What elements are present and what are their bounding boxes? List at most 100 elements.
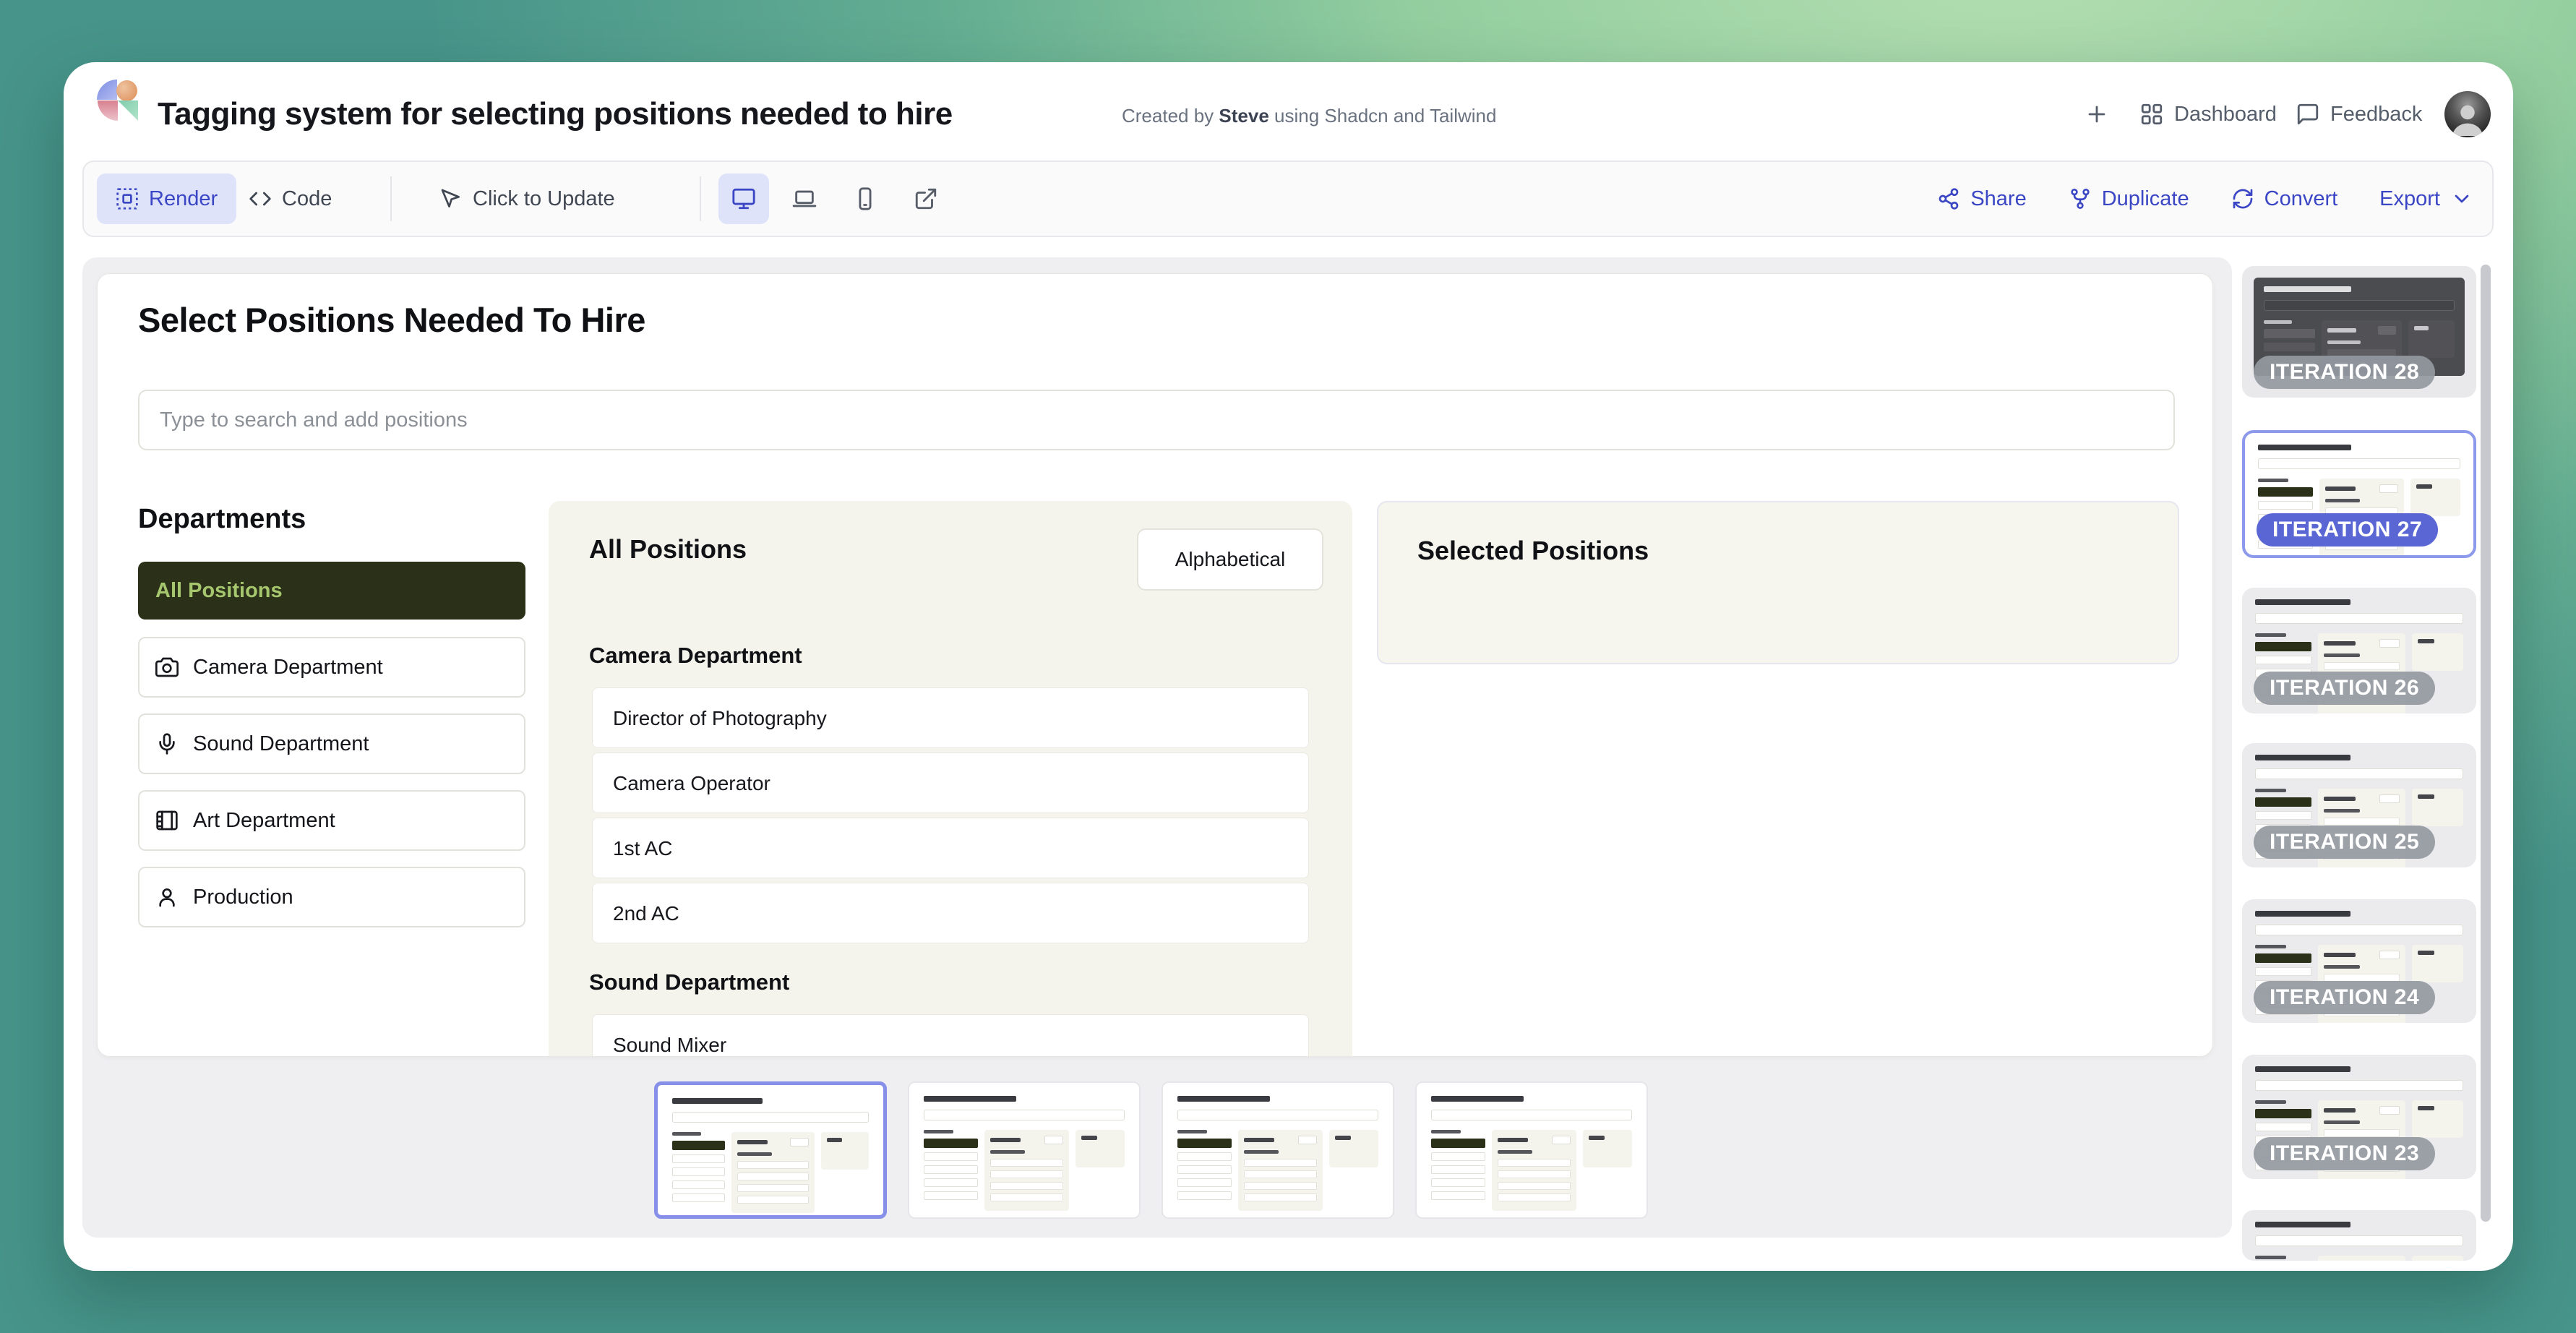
- fork-icon: [2069, 187, 2092, 210]
- person-silhouette-icon: [2449, 98, 2486, 136]
- position-row[interactable]: Camera Operator: [592, 753, 1309, 813]
- iteration-thumbnail: [2255, 1222, 2463, 1261]
- app-preview: Select Positions Needed To Hire Departme…: [97, 273, 2213, 1057]
- dashboard-button[interactable]: Dashboard: [2139, 62, 2277, 166]
- phone-icon: [853, 187, 877, 211]
- render-tab[interactable]: Render: [97, 173, 236, 224]
- film-icon: [155, 809, 179, 832]
- laptop-icon: [792, 187, 817, 211]
- position-search-input[interactable]: [138, 390, 2175, 450]
- logo-shape-green: [118, 100, 138, 121]
- share-button[interactable]: Share: [1937, 187, 2026, 211]
- iteration-badge: ITERATION 24: [2254, 981, 2435, 1014]
- camera-icon: [155, 656, 179, 679]
- creator-name: Steve: [1219, 105, 1268, 127]
- department-label: Production: [193, 886, 293, 909]
- position-row[interactable]: Director of Photography: [592, 687, 1309, 748]
- external-link-icon: [914, 187, 938, 211]
- share-label: Share: [1970, 187, 2026, 211]
- app-logo[interactable]: [97, 80, 139, 121]
- iteration-badge-selected: ITERATION 27: [2257, 513, 2438, 547]
- logo-shape-blue: [97, 80, 117, 100]
- share-icon: [1937, 187, 1960, 210]
- iterations-scrollbar[interactable]: [2481, 265, 2491, 1222]
- user-avatar[interactable]: [2444, 91, 2491, 137]
- selected-positions-panel: Selected Positions: [1377, 501, 2179, 664]
- chevron-down-icon: [2450, 187, 2473, 210]
- dashboard-label: Dashboard: [2174, 103, 2277, 127]
- feedback-button[interactable]: Feedback: [2296, 62, 2422, 166]
- duplicate-button[interactable]: Duplicate: [2069, 187, 2189, 211]
- convert-button[interactable]: Convert: [2231, 187, 2338, 211]
- laptop-view-button[interactable]: [779, 173, 830, 224]
- iteration-card-24[interactable]: ITERATION 24: [2242, 899, 2476, 1023]
- departments-heading: Departments: [138, 504, 306, 535]
- section-sound-department: Sound Department: [589, 969, 789, 995]
- code-tab[interactable]: Code: [237, 162, 343, 236]
- filter-production-button[interactable]: Production: [138, 867, 525, 927]
- sort-alphabetical-button[interactable]: Alphabetical: [1137, 528, 1323, 591]
- cursor-icon: [439, 187, 463, 210]
- iteration-badge: ITERATION 23: [2254, 1137, 2435, 1170]
- open-preview-button[interactable]: [901, 173, 951, 224]
- mini-preview: [924, 1096, 1125, 1217]
- code-icon: [249, 187, 272, 210]
- toolbar-divider: [700, 176, 701, 221]
- render-label: Render: [149, 187, 218, 211]
- department-label: Camera Department: [193, 656, 383, 680]
- iteration-card-partial[interactable]: [2242, 1210, 2476, 1261]
- iteration-card-25[interactable]: ITERATION 25: [2242, 743, 2476, 867]
- filter-camera-department-button[interactable]: Camera Department: [138, 637, 525, 698]
- user-icon: [155, 886, 179, 909]
- iteration-card-23[interactable]: ITERATION 23: [2242, 1055, 2476, 1179]
- click-to-update-button[interactable]: Click to Update: [429, 162, 625, 236]
- iteration-card-28[interactable]: ITERATION 28: [2242, 266, 2476, 398]
- created-by-text: Created by Steve using Shadcn and Tailwi…: [1122, 62, 1496, 166]
- iteration-badge: ITERATION 26: [2254, 672, 2435, 705]
- click-to-update-label: Click to Update: [473, 187, 615, 211]
- mobile-view-button[interactable]: [840, 173, 890, 224]
- toolbar-divider: [390, 176, 392, 221]
- app-window: Tagging system for selecting positions n…: [64, 62, 2513, 1271]
- iteration-badge: ITERATION 28: [2254, 356, 2435, 389]
- all-positions-panel: All Positions Alphabetical Camera Depart…: [549, 501, 1352, 1057]
- position-row[interactable]: 2nd AC: [592, 883, 1309, 943]
- iteration-card-27[interactable]: ITERATION 27: [2242, 430, 2476, 558]
- version-thumbnail-3[interactable]: [1162, 1081, 1394, 1219]
- chat-bubble-icon: [2296, 102, 2320, 127]
- mic-icon: [155, 732, 179, 755]
- iteration-card-26[interactable]: ITERATION 26: [2242, 588, 2476, 713]
- filter-art-department-button[interactable]: Art Department: [138, 790, 525, 851]
- export-label: Export: [2379, 187, 2440, 211]
- render-frame-icon: [116, 187, 139, 210]
- mini-preview: [1177, 1096, 1378, 1217]
- project-title: Tagging system for selecting positions n…: [158, 62, 953, 166]
- logo-shape-orange: [116, 80, 137, 101]
- monitor-icon: [731, 187, 756, 211]
- app-heading: Select Positions Needed To Hire: [138, 300, 645, 340]
- new-project-button[interactable]: [2085, 62, 2109, 166]
- mini-preview: [1431, 1096, 1632, 1217]
- mini-preview: [672, 1098, 869, 1215]
- convert-label: Convert: [2264, 187, 2338, 211]
- desktop-view-button[interactable]: [718, 173, 769, 224]
- department-label: Art Department: [193, 809, 335, 833]
- position-row[interactable]: 1st AC: [592, 818, 1309, 878]
- filter-sound-department-button[interactable]: Sound Department: [138, 713, 525, 774]
- logo-shape-pink: [98, 100, 118, 121]
- plus-icon: [2085, 102, 2109, 127]
- version-thumbnail-1[interactable]: [654, 1081, 887, 1219]
- iteration-badge: ITERATION 25: [2254, 826, 2435, 859]
- department-label: Sound Department: [193, 732, 369, 756]
- all-positions-heading: All Positions: [589, 534, 747, 565]
- duplicate-label: Duplicate: [2102, 187, 2189, 211]
- filter-all-positions-button[interactable]: All Positions: [138, 562, 525, 620]
- refresh-icon: [2231, 187, 2254, 210]
- version-thumbnail-2[interactable]: [908, 1081, 1141, 1219]
- export-button[interactable]: Export: [2379, 187, 2473, 211]
- version-thumbnail-4[interactable]: [1415, 1081, 1648, 1219]
- toolbar: Render Code Click to Update Share: [82, 160, 2494, 237]
- preview-stage: Select Positions Needed To Hire Departme…: [82, 257, 2232, 1238]
- position-row[interactable]: Sound Mixer: [592, 1014, 1309, 1057]
- selected-positions-heading: Selected Positions: [1417, 536, 1649, 566]
